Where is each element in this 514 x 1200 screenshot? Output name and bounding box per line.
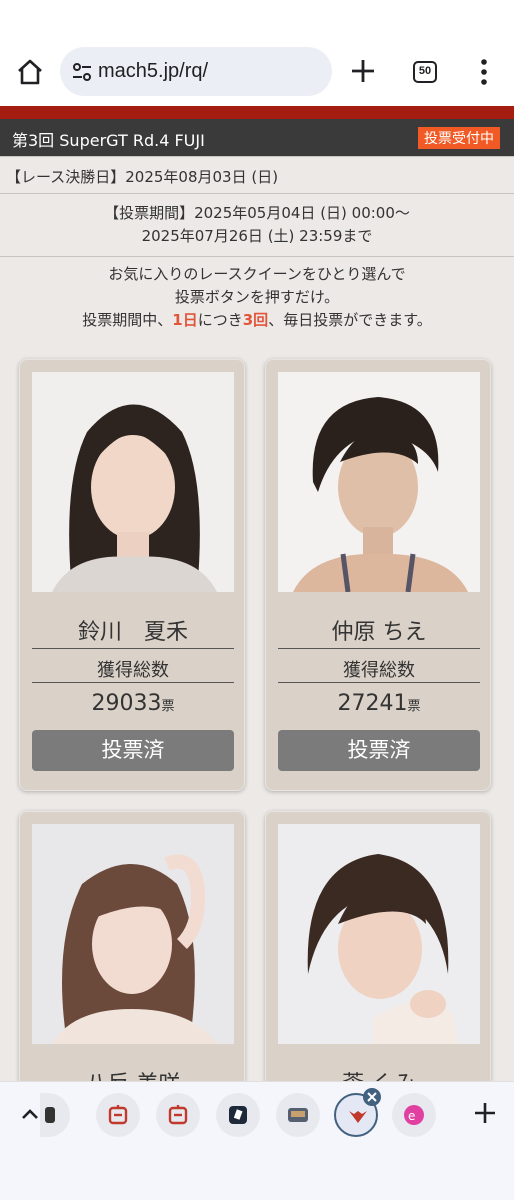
tab-strip: e bbox=[0, 1081, 514, 1200]
browser-toolbar: mach5.jp/rq/ 50 bbox=[0, 0, 514, 106]
intro-line-1: お気に入りのレースクイーンをひとり選んで bbox=[108, 265, 406, 283]
divider bbox=[278, 682, 480, 683]
add-tab-icon[interactable] bbox=[472, 1100, 498, 1126]
event-title: 第3回 SuperGT Rd.4 FUJI bbox=[12, 131, 205, 150]
candidate-name: 仲原 ちえ bbox=[331, 620, 427, 645]
intro-text: お気に入りのレースクイーンをひとり選んで 投票ボタンを押すだけ。 投票期間中、1… bbox=[0, 260, 514, 332]
event-header: 第3回 SuperGT Rd.4 FUJI 投票受付中 bbox=[0, 119, 514, 156]
address-bar[interactable]: mach5.jp/rq/ bbox=[60, 47, 332, 96]
voted-button[interactable]: 投票済 bbox=[278, 730, 480, 771]
divider bbox=[278, 648, 480, 649]
total-votes-label: 獲得総数 bbox=[343, 660, 415, 681]
svg-text:e: e bbox=[408, 1109, 415, 1123]
candidate-card: 仲原 ちえ 獲得総数 27241票 投票済 bbox=[265, 359, 491, 791]
status-badge: 投票受付中 bbox=[418, 127, 500, 149]
vote-count-value: 27241 bbox=[337, 691, 408, 716]
site-settings-icon[interactable] bbox=[70, 60, 94, 84]
intro-text-c: につき bbox=[197, 311, 243, 329]
tab-favicon[interactable]: e bbox=[392, 1093, 436, 1137]
final-date-row: 【レース決勝日】2025年08月03日 (日) bbox=[0, 156, 514, 194]
home-icon[interactable] bbox=[14, 56, 46, 88]
divider bbox=[32, 682, 234, 683]
vote-unit: 票 bbox=[407, 699, 421, 714]
more-menu-icon[interactable] bbox=[474, 58, 494, 86]
candidate-photo[interactable] bbox=[32, 372, 234, 592]
close-icon[interactable] bbox=[363, 1088, 381, 1106]
vote-unit: 票 bbox=[161, 699, 175, 714]
total-votes-label: 獲得総数 bbox=[97, 660, 169, 681]
vote-count: 27241票 bbox=[278, 691, 480, 716]
candidate-photo[interactable] bbox=[278, 372, 480, 592]
period-line-2: 2025年07月26日 (土) 23:59まで bbox=[141, 227, 373, 245]
candidate-name: 鈴川 夏禾 bbox=[77, 620, 188, 645]
tab-favicon[interactable] bbox=[40, 1093, 70, 1137]
final-date-text: 【レース決勝日】2025年08月03日 (日) bbox=[6, 168, 279, 186]
tab-favicon[interactable] bbox=[276, 1093, 320, 1137]
header-accent-strip bbox=[0, 106, 514, 119]
tab-switcher-icon[interactable]: 50 bbox=[413, 61, 437, 83]
collapse-chevron-icon[interactable] bbox=[18, 1104, 42, 1124]
new-tab-icon[interactable] bbox=[349, 57, 377, 85]
voting-period: 【投票期間】2025年05月04日 (日) 00:00～ 2025年07月26日… bbox=[0, 194, 514, 257]
tab-favicon[interactable] bbox=[156, 1093, 200, 1137]
url-text: mach5.jp/rq/ bbox=[98, 60, 209, 82]
tab-favicon[interactable] bbox=[96, 1093, 140, 1137]
highlight-1day: 1日 bbox=[172, 311, 198, 329]
tab-favicon[interactable] bbox=[216, 1093, 260, 1137]
vote-count-value: 29033 bbox=[91, 691, 162, 716]
intro-text-e: 、毎日投票ができます。 bbox=[268, 311, 432, 329]
candidate-card: 八反 美咲 bbox=[19, 811, 245, 1111]
period-line-1: 【投票期間】2025年05月04日 (日) 00:00～ bbox=[104, 204, 410, 222]
highlight-3times: 3回 bbox=[242, 311, 269, 329]
intro-line-2: 投票ボタンを押すだけ。 bbox=[174, 288, 340, 306]
candidate-card: 鈴川 夏禾 獲得総数 29033票 投票済 bbox=[19, 359, 245, 791]
voted-button[interactable]: 投票済 bbox=[32, 730, 234, 771]
candidate-photo[interactable] bbox=[32, 824, 234, 1044]
candidate-photo[interactable] bbox=[278, 824, 480, 1044]
intro-text-a: 投票期間中、 bbox=[82, 311, 173, 329]
divider bbox=[32, 648, 234, 649]
vote-count: 29033票 bbox=[32, 691, 234, 716]
intro-line-3: 投票期間中、1日につき3回、毎日投票ができます。 bbox=[0, 309, 514, 332]
candidate-card: 蒼 くみ bbox=[265, 811, 491, 1111]
